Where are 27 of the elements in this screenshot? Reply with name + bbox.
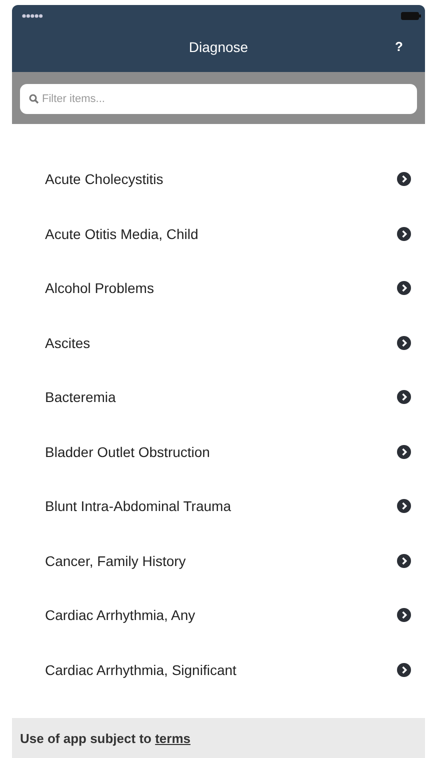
chevron-circle-icon <box>397 554 411 568</box>
nav-title: Diagnose <box>188 38 248 54</box>
chevron-circle-icon <box>397 499 411 514</box>
chevron-circle-icon <box>397 390 411 404</box>
list-item[interactable]: Cardiac Arrhythmia, Any <box>12 588 425 642</box>
chevron-circle-icon <box>397 172 411 186</box>
chevron-circle-icon <box>397 281 411 296</box>
search-field[interactable]: Filter items... <box>20 84 417 114</box>
list-item[interactable]: Blunt Intra-Abdominal Trauma <box>12 479 425 534</box>
chevron-circle-icon <box>397 444 411 459</box>
list-item[interactable]: Acute Cholecystitis <box>12 152 425 206</box>
list-item[interactable]: Acute Otitis Media, Child <box>12 206 425 261</box>
list-item[interactable]: Ascites <box>12 316 425 370</box>
list-item[interactable]: Cardiac Arrhythmia, Significant <box>12 642 425 697</box>
terms-notice: Use of app subject to terms <box>20 730 190 746</box>
list-item[interactable]: Bladder Outlet Obstruction <box>12 424 425 479</box>
chevron-circle-icon <box>397 608 411 622</box>
list-item[interactable]: Bacteremia <box>12 370 425 424</box>
help-button[interactable]: ? <box>391 37 407 56</box>
list-item[interactable]: Alcohol Problems <box>12 261 425 316</box>
chevron-circle-icon <box>397 226 411 241</box>
chevron-circle-icon <box>397 336 411 350</box>
chevron-circle-icon <box>397 662 411 677</box>
terms-link[interactable]: terms <box>155 730 190 746</box>
signal-icon <box>22 12 44 20</box>
list-item[interactable]: Cancer, Family History <box>12 534 425 588</box>
battery-icon <box>401 12 421 20</box>
